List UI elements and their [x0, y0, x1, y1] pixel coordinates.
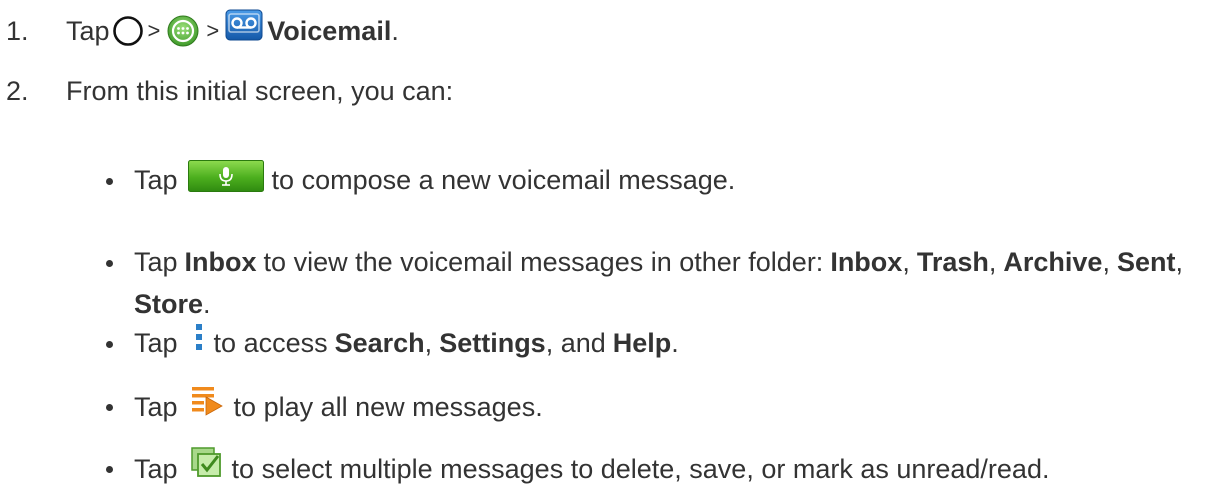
- step-2: 2. From this initial screen, you can:: [6, 75, 453, 107]
- bullet-dot: [106, 260, 113, 267]
- multi-select-icon: [190, 446, 224, 480]
- menu-settings: Settings: [439, 328, 546, 358]
- tap-word: Tap: [134, 247, 178, 277]
- and-word: , and: [545, 328, 606, 358]
- tap-word: Tap: [134, 392, 178, 422]
- folder-store: Store: [134, 289, 204, 319]
- microphone-compose-icon: [187, 160, 264, 192]
- comma: ,: [424, 328, 433, 358]
- bullet-end: .: [671, 328, 679, 358]
- compose-text: to compose a new voicemail message.: [271, 165, 736, 195]
- step-1: 1. Tap > > Voicemail .: [6, 9, 399, 48]
- folder-inbox: Inbox: [830, 247, 903, 277]
- tap-word: Tap: [134, 165, 178, 195]
- menu-text: to access: [213, 328, 328, 358]
- folder-trash: Trash: [916, 247, 989, 277]
- tap-word: Tap: [66, 16, 110, 46]
- comma: ,: [902, 247, 910, 277]
- bullet-compose: Tap to compose a new voicemail message.: [106, 160, 736, 196]
- menu-search: Search: [334, 328, 425, 358]
- step-number: 2.: [6, 76, 29, 106]
- folders-text: to view the voicemail messages in other …: [263, 247, 824, 277]
- separator-arrow: >: [147, 18, 161, 43]
- folder-archive: Archive: [1003, 247, 1103, 277]
- tap-word: Tap: [134, 454, 178, 484]
- home-circle-icon: [112, 15, 144, 47]
- voicemail-app-icon: [225, 9, 263, 41]
- bullet-menu: Tap to access Search, Settings, and Help…: [106, 324, 679, 359]
- voicemail-app-name: Voicemail: [267, 16, 392, 46]
- bullet-select: Tap to select multiple messages to delet…: [106, 447, 1050, 486]
- step-text: From this initial screen, you can:: [66, 76, 454, 106]
- folder-sent: Sent: [1116, 247, 1176, 277]
- bullet-folders-continued: Store.: [134, 288, 211, 320]
- menu-help: Help: [612, 328, 672, 358]
- step-end: .: [391, 16, 399, 46]
- bullet-folders: Tap Inbox to view the voicemail messages…: [106, 246, 1183, 278]
- play-all-icon: [190, 384, 224, 418]
- inbox-label: Inbox: [184, 247, 257, 277]
- bullet-end: .: [203, 289, 211, 319]
- comma: ,: [1102, 247, 1110, 277]
- bullet-play-all: Tap to play all new messages.: [106, 387, 543, 424]
- bullet-dot: [106, 466, 113, 473]
- tap-word: Tap: [134, 328, 178, 358]
- bullet-dot: [106, 404, 113, 411]
- comma: ,: [1175, 247, 1183, 277]
- overflow-menu-icon: [194, 322, 204, 352]
- select-text: to select multiple messages to delete, s…: [231, 454, 1050, 484]
- bullet-dot: [106, 341, 113, 348]
- comma: ,: [988, 247, 997, 277]
- step-number: 1.: [6, 16, 29, 46]
- bullet-dot: [106, 178, 113, 185]
- play-all-text: to play all new messages.: [233, 392, 543, 422]
- document: 1. Tap > > Voicemail . 2. From this init…: [0, 0, 1215, 494]
- apps-launcher-icon: [166, 14, 200, 48]
- separator-arrow: >: [206, 18, 220, 43]
